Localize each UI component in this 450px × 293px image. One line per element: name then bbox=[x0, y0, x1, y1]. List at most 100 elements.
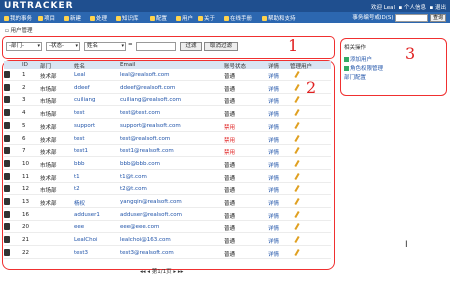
cell-email[interactable]: leal@realsoft.com bbox=[120, 72, 169, 78]
cell-dept: 技术部 bbox=[40, 175, 57, 182]
edit-icon[interactable] bbox=[294, 134, 300, 142]
col-status[interactable]: 账号状态 bbox=[224, 62, 246, 70]
cell-name[interactable]: t1 bbox=[74, 174, 80, 180]
table-row: 3 市场部 cuiliang cuiliang@realsoft.com 普通 详情 bbox=[4, 95, 331, 107]
search-button[interactable]: 查询 bbox=[429, 13, 446, 22]
edit-icon[interactable] bbox=[294, 70, 300, 79]
edit-icon[interactable] bbox=[294, 223, 300, 231]
detail-link[interactable]: 详情 bbox=[268, 237, 279, 245]
detail-link[interactable]: 详情 bbox=[268, 224, 279, 232]
role-permission-link[interactable]: 角色权限管理 bbox=[344, 64, 383, 72]
cell-name[interactable]: support bbox=[74, 123, 95, 129]
edit-icon[interactable] bbox=[294, 172, 300, 180]
detail-link[interactable]: 详情 bbox=[268, 174, 279, 182]
filter-button[interactable]: 过滤 bbox=[180, 42, 202, 51]
detail-link[interactable]: 详情 bbox=[268, 199, 279, 207]
cell-name[interactable]: t2 bbox=[74, 186, 80, 192]
detail-link[interactable]: 详情 bbox=[268, 161, 279, 169]
knowledge-icon bbox=[116, 16, 121, 21]
edit-icon[interactable] bbox=[294, 147, 300, 155]
col-name[interactable]: 姓名 bbox=[74, 62, 85, 70]
nav-manual[interactable]: 在线手册 bbox=[224, 14, 252, 22]
detail-link[interactable]: 详情 bbox=[268, 212, 279, 220]
cell-status: 普通 bbox=[224, 86, 236, 93]
nav-about[interactable]: 关于 bbox=[198, 14, 215, 22]
detail-link[interactable]: 详情 bbox=[268, 123, 279, 131]
cell-name[interactable]: test bbox=[74, 136, 85, 142]
cell-email[interactable]: eee@eee.com bbox=[120, 224, 159, 230]
col-email[interactable]: Email bbox=[120, 62, 135, 68]
edit-icon[interactable] bbox=[294, 236, 300, 244]
edit-icon[interactable] bbox=[294, 210, 300, 218]
cell-name[interactable]: adduser1 bbox=[74, 212, 100, 218]
filter-value-input[interactable] bbox=[136, 42, 176, 51]
detail-link[interactable]: 详情 bbox=[268, 186, 279, 194]
dept-config-link[interactable]: 部门配置 bbox=[344, 73, 366, 81]
nav-new[interactable]: 新建 bbox=[64, 14, 81, 22]
edit-icon[interactable] bbox=[294, 83, 300, 91]
cell-email[interactable]: bbb@bbb.com bbox=[120, 161, 160, 167]
edit-icon[interactable] bbox=[294, 197, 300, 206]
cell-name[interactable]: cuiliang bbox=[74, 97, 95, 103]
add-user-link[interactable]: 添加用户 bbox=[344, 55, 372, 63]
cell-email[interactable]: lealchoi@163.com bbox=[120, 237, 171, 243]
cell-email[interactable]: cuiliang@realsoft.com bbox=[120, 97, 181, 103]
edit-icon[interactable] bbox=[294, 96, 300, 104]
edit-icon[interactable] bbox=[294, 185, 300, 193]
col-dept[interactable]: 部门 bbox=[40, 62, 51, 70]
cell-name[interactable]: bbb bbox=[74, 161, 84, 167]
cell-name[interactable]: test1 bbox=[74, 148, 88, 154]
cell-email[interactable]: test3@realsoft.com bbox=[120, 250, 174, 256]
detail-link[interactable]: 详情 bbox=[268, 85, 279, 93]
table-row: 7 技术部 test1 test1@realsoft.com 禁用 详情 bbox=[4, 146, 331, 158]
detail-link[interactable]: 详情 bbox=[268, 148, 279, 156]
cancel-filter-button[interactable]: 取消过滤 bbox=[204, 42, 238, 51]
cell-email[interactable]: test@realsoft.com bbox=[120, 136, 170, 142]
search-input[interactable] bbox=[395, 13, 429, 22]
cell-email[interactable]: yangqin@realsoft.com bbox=[120, 199, 182, 205]
nav-knowledge[interactable]: 知识库 bbox=[116, 14, 139, 22]
nav-projects[interactable]: 项目 bbox=[38, 14, 55, 22]
cell-name[interactable]: ddeef bbox=[74, 85, 90, 91]
logout-link[interactable]: 退出 bbox=[435, 5, 446, 11]
detail-link[interactable]: 详情 bbox=[268, 110, 279, 118]
last-page-icon[interactable]: ▸▸ bbox=[176, 269, 184, 275]
cell-email[interactable]: test@test.com bbox=[120, 110, 160, 116]
edit-icon[interactable] bbox=[294, 109, 300, 117]
status-select[interactable]: -状态- ▾ bbox=[46, 42, 80, 51]
cell-email[interactable]: ddeef@realsoft.com bbox=[120, 85, 175, 91]
nav-my-tasks[interactable]: 我的事务 bbox=[4, 14, 32, 22]
edit-icon[interactable] bbox=[294, 159, 300, 167]
cell-dept: 市场部 bbox=[40, 112, 57, 119]
cell-name[interactable]: test bbox=[74, 110, 85, 116]
edit-icon[interactable] bbox=[294, 248, 300, 256]
cell-name[interactable]: test3 bbox=[74, 250, 88, 256]
nav-users[interactable]: 用户 bbox=[176, 14, 193, 22]
col-id[interactable]: ID bbox=[22, 62, 28, 68]
table-row: 4 市场部 test test@test.com 普通 详情 bbox=[4, 108, 331, 120]
cell-email[interactable]: adduser@realsoft.com bbox=[120, 212, 182, 218]
nav-config[interactable]: 配置 bbox=[150, 14, 167, 22]
detail-link[interactable]: 详情 bbox=[268, 97, 279, 105]
cell-name[interactable]: 杨权 bbox=[74, 199, 85, 207]
cell-email[interactable]: test1@realsoft.com bbox=[120, 148, 174, 154]
cell-name[interactable]: eee bbox=[74, 224, 84, 230]
cell-id: 5 bbox=[22, 122, 26, 129]
nav-handle[interactable]: 处理 bbox=[90, 14, 107, 22]
cell-name[interactable]: LealChoi bbox=[74, 237, 97, 243]
breadcrumb: ▫ 用户管理 bbox=[5, 28, 33, 34]
edit-icon[interactable] bbox=[294, 121, 300, 129]
cell-email[interactable]: t1@t.com bbox=[120, 174, 147, 180]
detail-link[interactable]: 详情 bbox=[268, 72, 279, 80]
profile-link[interactable]: 个人信息 bbox=[404, 5, 426, 11]
cell-status: 普通 bbox=[224, 74, 236, 80]
detail-link[interactable]: 详情 bbox=[268, 250, 279, 258]
detail-link[interactable]: 详情 bbox=[268, 136, 279, 144]
nav-help[interactable]: 帮助和支持 bbox=[262, 14, 296, 22]
cell-name[interactable]: Leal bbox=[74, 72, 85, 78]
cell-status: 普通 bbox=[224, 213, 236, 220]
field-select[interactable]: 姓名 ▾ bbox=[84, 42, 126, 51]
cell-email[interactable]: support@realsoft.com bbox=[120, 123, 181, 129]
cell-email[interactable]: t2@t.com bbox=[120, 186, 147, 192]
dept-select[interactable]: -部门- ▾ bbox=[6, 42, 42, 51]
